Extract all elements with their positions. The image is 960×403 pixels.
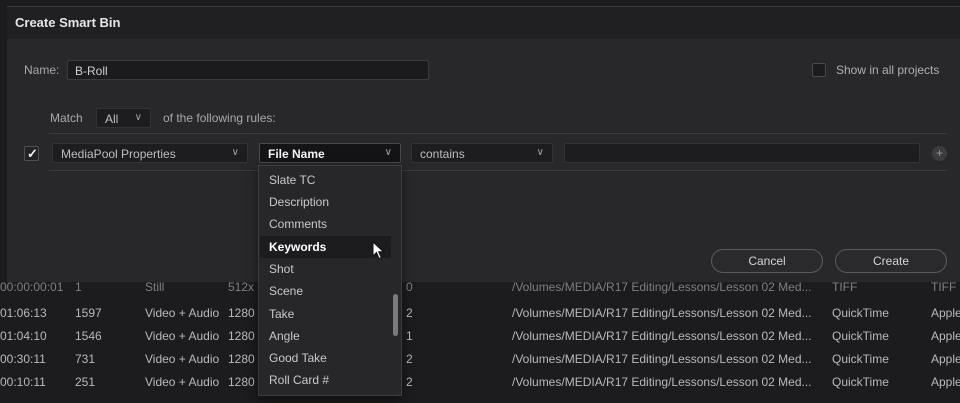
show-all-projects-label: Show in all projects: [836, 63, 940, 77]
table-cell-timecode: 01:06:13: [0, 306, 47, 320]
app-window: 00:00:00:01 1 Still 512x 0 /Volumes/MEDI…: [0, 0, 960, 403]
table-cell-type: Video + Audio: [145, 329, 220, 343]
create-smart-bin-dialog: Create Smart Bin Name: B-Roll Show in al…: [7, 6, 960, 282]
dropdown-item-description[interactable]: Description: [260, 191, 391, 213]
table-cell-path: /Volumes/MEDIA/R17 Editing/Lessons/Lesso…: [512, 375, 812, 389]
divider: [49, 133, 947, 134]
table-cell-type: Video + Audio: [145, 352, 220, 366]
table-cell-timecode: 00:30:11: [0, 352, 46, 366]
dropdown-item-scene[interactable]: Scene: [260, 280, 391, 302]
table-cell-frames: 251: [75, 375, 96, 389]
table-cell-path: /Volumes/MEDIA/R17 Editing/Lessons/Lesso…: [512, 306, 812, 320]
table-cell-codec: Apple: [931, 329, 960, 343]
table-cell-channels: 1: [406, 329, 413, 343]
show-all-projects-checkbox[interactable]: [812, 63, 826, 77]
dropdown-item-take[interactable]: Take: [260, 303, 391, 325]
table-cell-resolution: 1280: [228, 306, 255, 320]
table-cell-format: TIFF: [832, 280, 858, 294]
rule-field-select[interactable]: File Name ∨: [259, 143, 401, 163]
file-name-dropdown-list[interactable]: Slate TC Description Comments Keywords S…: [258, 165, 402, 396]
table-cell-channels: 2: [406, 375, 413, 389]
table-cell-frames: 1546: [75, 329, 102, 343]
table-cell-path: /Volumes/MEDIA/R17 Editing/Lessons/Lesso…: [512, 329, 812, 343]
dropdown-item-good-take[interactable]: Good Take: [260, 347, 391, 369]
dropdown-item-label: Shot: [269, 262, 294, 276]
dropdown-item-label: Comments: [269, 217, 328, 231]
dropdown-item-label: Angle: [269, 329, 300, 343]
rule-property-value: MediaPool Properties: [61, 147, 176, 161]
dropdown-item-label: Take: [269, 307, 295, 321]
divider: [49, 170, 947, 171]
table-cell-frames: 1597: [75, 306, 102, 320]
dropdown-item-comments[interactable]: Comments: [260, 213, 391, 235]
table-row[interactable]: 01:04:10 1546 Video + Audio 1280 1 /Volu…: [0, 325, 960, 347]
table-cell-type: Video + Audio: [145, 306, 220, 320]
match-select[interactable]: All ∨: [96, 108, 151, 128]
chevron-down-icon: ∨: [384, 147, 392, 158]
dropdown-item-label: Keywords: [269, 240, 327, 254]
table-cell-type: Still: [145, 280, 165, 294]
checkmark-icon: ✓: [27, 146, 38, 161]
dropdown-item-label: Scene: [269, 284, 304, 298]
rule-field-value: File Name: [268, 147, 325, 161]
table-cell-timecode: 00:10:11: [0, 375, 46, 389]
table-cell-format: QuickTime: [832, 375, 889, 389]
dialog-title: Create Smart Bin: [15, 15, 121, 30]
match-label: Match: [50, 111, 83, 125]
dropdown-item-angle[interactable]: Angle: [260, 325, 391, 347]
match-suffix-label: of the following rules:: [163, 111, 276, 125]
table-cell-frames: 1: [75, 280, 82, 294]
name-input[interactable]: B-Roll: [67, 60, 429, 80]
cancel-button[interactable]: Cancel: [711, 249, 823, 273]
table-cell-type: Video + Audio: [145, 375, 220, 389]
table-cell-format: QuickTime: [832, 306, 889, 320]
table-cell-resolution: 512x: [228, 280, 255, 294]
rule-operator-select[interactable]: contains ∨: [411, 143, 553, 163]
table-cell-codec: Apple: [931, 352, 960, 366]
chevron-down-icon: ∨: [231, 147, 239, 158]
table-cell-channels: 0: [406, 280, 413, 294]
table-row[interactable]: 01:06:13 1597 Video + Audio 1280 2 /Volu…: [0, 302, 960, 324]
chevron-down-icon: ∨: [134, 112, 142, 123]
dropdown-item-label: Good Take: [269, 351, 327, 365]
dropdown-item-roll-card[interactable]: Roll Card #: [260, 369, 391, 391]
chevron-down-icon: ∨: [536, 147, 544, 158]
name-input-value: B-Roll: [75, 64, 108, 78]
table-row[interactable]: 00:10:11 251 Video + Audio 1280 2 /Volum…: [0, 371, 960, 393]
table-cell-frames: 731: [75, 352, 96, 366]
rule-property-select[interactable]: MediaPool Properties ∨: [52, 143, 248, 163]
table-cell-format: QuickTime: [832, 352, 889, 366]
table-row[interactable]: 00:30:11 731 Video + Audio 1280 2 /Volum…: [0, 348, 960, 370]
dialog-titlebar: Create Smart Bin: [7, 7, 960, 39]
table-cell-path: /Volumes/MEDIA/R17 Editing/Lessons/Lesso…: [512, 280, 812, 294]
mouse-pointer-icon: [372, 240, 386, 266]
dropdown-item-label: Roll Card #: [269, 373, 330, 387]
create-button[interactable]: Create: [835, 249, 947, 273]
rule-operator-value: contains: [420, 147, 465, 161]
table-row[interactable]: 00:00:00:01 1 Still 512x 0 /Volumes/MEDI…: [0, 280, 960, 304]
dropdown-item-slate-tc[interactable]: Slate TC: [260, 169, 391, 191]
table-cell-codec: Apple: [931, 306, 960, 320]
name-label: Name:: [24, 63, 60, 77]
rule-value-input[interactable]: [564, 143, 920, 163]
table-cell-timecode: 01:04:10: [0, 329, 47, 343]
table-cell-path: /Volumes/MEDIA/R17 Editing/Lessons/Lesso…: [512, 352, 812, 366]
table-cell-format: QuickTime: [832, 329, 889, 343]
table-cell-timecode: 00:00:00:01: [0, 280, 64, 294]
table-cell-resolution: 1280: [228, 352, 255, 366]
dropdown-item-label: Description: [269, 195, 330, 209]
table-cell-resolution: 1280: [228, 375, 255, 389]
rule-enabled-checkbox[interactable]: ✓: [24, 146, 39, 161]
add-rule-icon[interactable]: +: [932, 146, 947, 161]
dropdown-scrollbar[interactable]: [393, 294, 398, 336]
table-cell-channels: 2: [406, 306, 413, 320]
media-pool-table: 00:00:00:01 1 Still 512x 0 /Volumes/MEDI…: [0, 280, 960, 403]
table-cell-codec: Apple: [931, 375, 960, 389]
match-select-value: All: [105, 112, 119, 126]
table-cell-codec: TIFF: [931, 280, 957, 294]
table-cell-channels: 2: [406, 352, 413, 366]
table-cell-resolution: 1280: [228, 329, 255, 343]
dropdown-item-label: Slate TC: [269, 173, 316, 187]
